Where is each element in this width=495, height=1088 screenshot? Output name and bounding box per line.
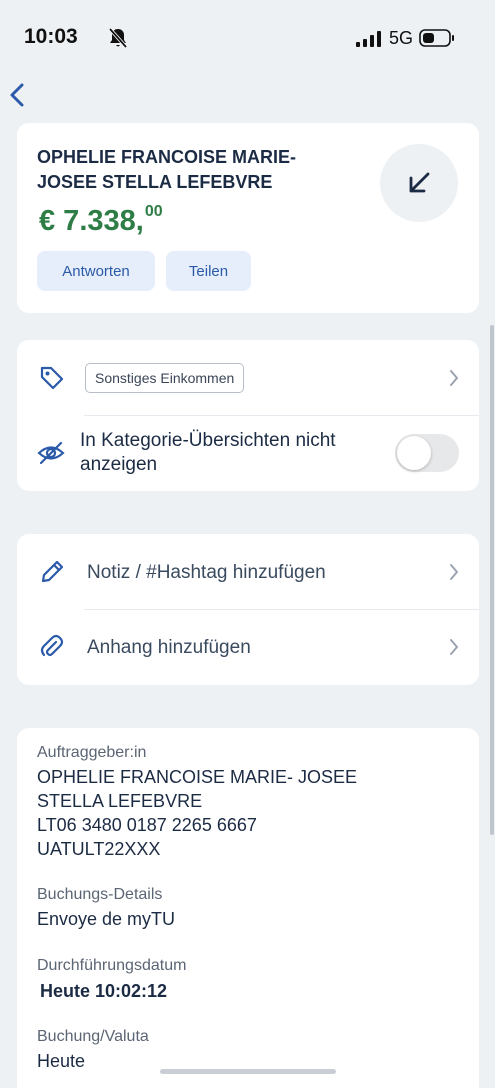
add-note-row[interactable]: Notiz / #Hashtag hinzufügen xyxy=(17,534,479,609)
execution-date-value: Heute 10:02:12 xyxy=(40,981,168,1001)
booking-valuta-value: Heute xyxy=(37,1051,86,1071)
home-indicator xyxy=(160,1069,336,1074)
category-card: Sonstiges Einkommen In Kategorie-Übersic… xyxy=(17,340,479,491)
chevron-right-icon xyxy=(450,370,458,386)
battery-icon xyxy=(419,29,454,47)
status-bar: 10:03 5G xyxy=(0,0,495,70)
payer-iban: LT06 3480 0187 2265 6667 xyxy=(37,815,257,835)
category-tag[interactable]: Sonstiges Einkommen xyxy=(85,363,245,393)
transaction-amount: € 7.338,00 xyxy=(39,203,163,238)
arrow-down-left-icon xyxy=(409,172,430,193)
signal-icon xyxy=(356,31,381,47)
eye-slash-icon xyxy=(37,441,65,465)
reply-button[interactable]: Antworten xyxy=(37,251,155,291)
tag-icon xyxy=(40,366,64,390)
payer-bic: UATULT22XXX xyxy=(37,839,161,859)
payer-line: OPHELIE FRANCOISE MARIE- JOSEE xyxy=(37,767,358,787)
actions-card: Notiz / #Hashtag hinzufügen Anhang hinzu… xyxy=(17,534,479,685)
share-button[interactable]: Teilen xyxy=(166,251,251,291)
network-label: 5G xyxy=(389,28,414,48)
payer-line: STELLA LEFEBVRE xyxy=(37,791,203,811)
execution-date-label: Durchführungsdatum xyxy=(37,957,187,974)
hide-in-overview-toggle[interactable] xyxy=(395,434,459,472)
toggle-knob xyxy=(397,436,431,470)
pencil-icon xyxy=(41,560,64,583)
amount-cents: 00 xyxy=(144,203,163,220)
bell-slash-icon xyxy=(108,27,128,49)
details-card: Auftraggeber:in OPHELIE FRANCOISE MARIE-… xyxy=(17,728,479,1088)
chevron-right-icon xyxy=(450,564,458,580)
hide-in-overview-label: In Kategorie-Übersichten nicht anzeigen xyxy=(80,430,336,475)
status-time: 10:03 xyxy=(24,25,78,48)
booking-details-value: Envoye de myTU xyxy=(37,909,176,929)
back-button[interactable] xyxy=(6,80,28,110)
payer-name: OPHELIE FRANCOISE MARIE-JOSEE STELLA LEF… xyxy=(37,147,297,192)
transaction-summary-card: OPHELIE FRANCOISE MARIE-JOSEE STELLA LEF… xyxy=(17,123,479,313)
booking-details-label: Buchungs-Details xyxy=(37,886,163,903)
category-row[interactable]: Sonstiges Einkommen xyxy=(17,340,479,415)
paperclip-icon xyxy=(40,634,64,657)
payer-label: Auftraggeber:in xyxy=(37,744,147,761)
divider xyxy=(84,415,479,416)
add-attachment-label: Anhang hinzufügen xyxy=(87,637,251,658)
add-attachment-row[interactable]: Anhang hinzufügen xyxy=(17,610,479,685)
add-note-label: Notiz / #Hashtag hinzufügen xyxy=(87,562,326,583)
booking-valuta-label: Buchung/Valuta xyxy=(37,1028,149,1045)
scrollbar[interactable] xyxy=(490,325,494,835)
incoming-direction-badge xyxy=(380,144,458,222)
amount-main: € 7.338, xyxy=(39,205,144,237)
chevron-right-icon xyxy=(450,639,458,655)
